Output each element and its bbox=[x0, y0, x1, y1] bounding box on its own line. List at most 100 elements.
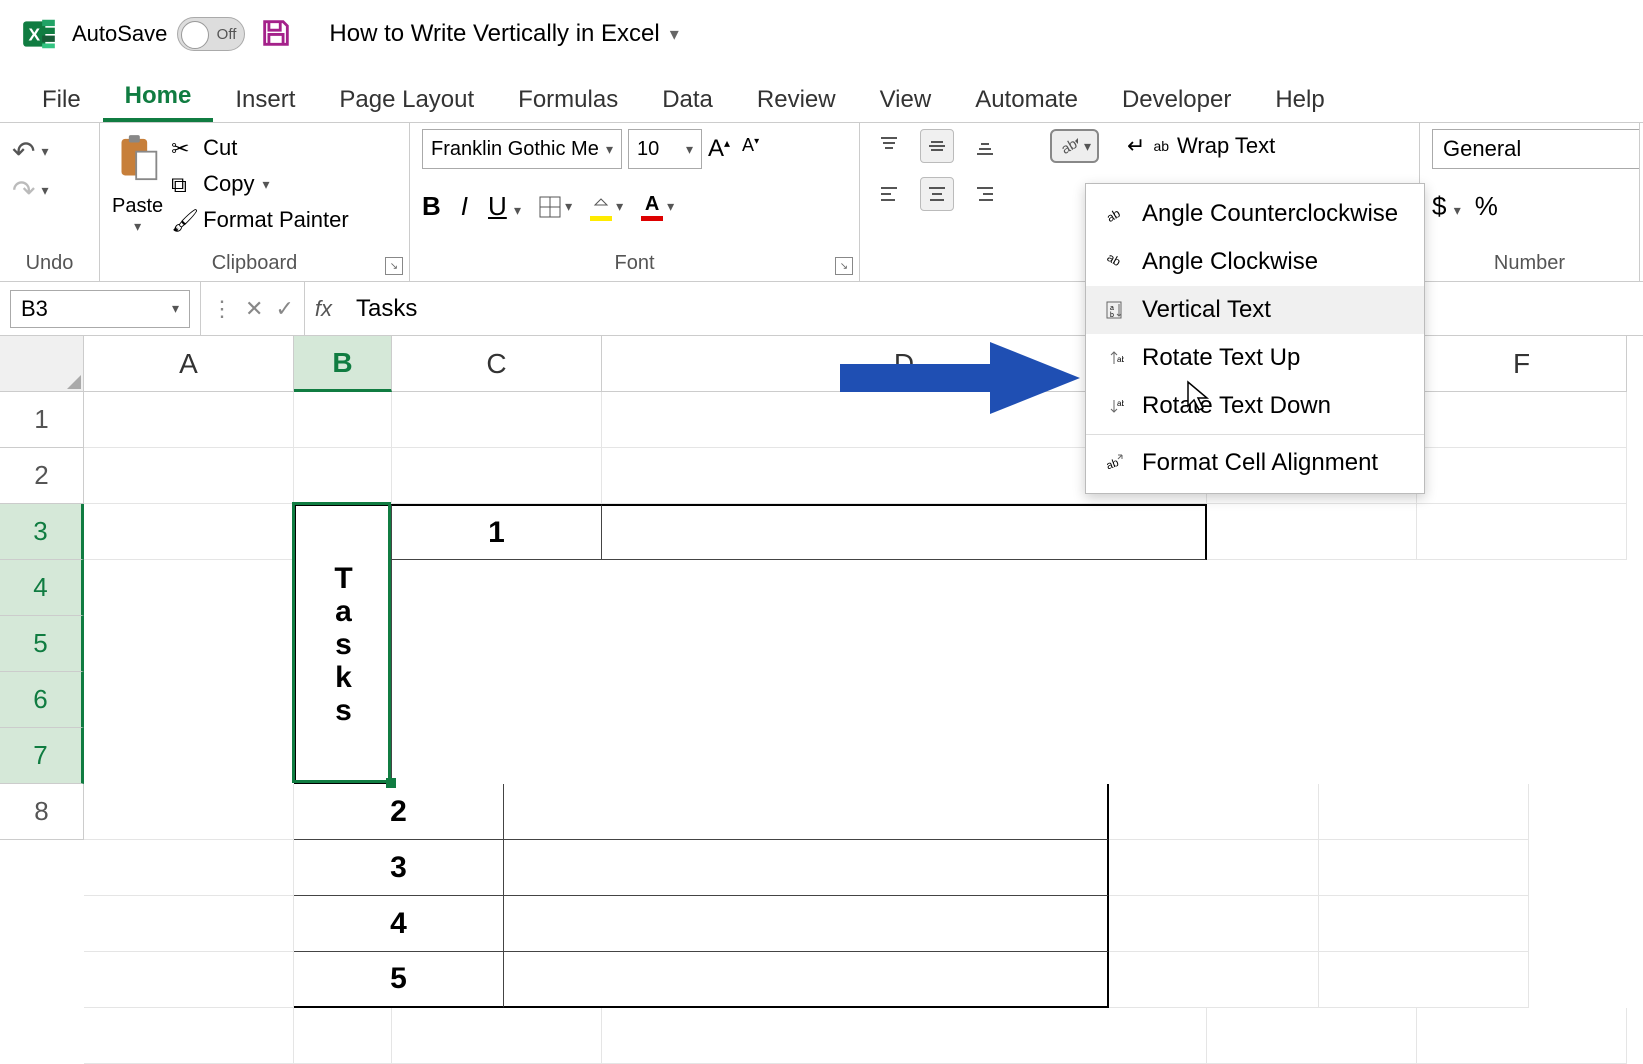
align-right-button[interactable] bbox=[968, 177, 1002, 211]
cell[interactable] bbox=[84, 448, 294, 504]
cell[interactable] bbox=[1319, 840, 1529, 896]
row-header[interactable]: 3 bbox=[0, 504, 84, 560]
cell[interactable] bbox=[1319, 952, 1529, 1008]
cell[interactable]: 2 bbox=[294, 784, 504, 840]
cell[interactable] bbox=[504, 784, 1109, 840]
font-color-button[interactable]: A ▾ bbox=[641, 193, 674, 221]
cell[interactable] bbox=[294, 1008, 392, 1064]
row-header[interactable]: 5 bbox=[0, 616, 84, 672]
select-all-corner[interactable] bbox=[0, 336, 84, 392]
cell[interactable]: 4 bbox=[294, 896, 504, 952]
tab-view[interactable]: View bbox=[858, 78, 954, 122]
row-header[interactable]: 2 bbox=[0, 448, 84, 504]
tab-data[interactable]: Data bbox=[640, 78, 735, 122]
copy-button[interactable]: ⧉Copy ▾ bbox=[171, 171, 349, 197]
name-box[interactable]: B3▾ bbox=[10, 290, 190, 328]
row-header[interactable]: 6 bbox=[0, 672, 84, 728]
column-header[interactable]: C bbox=[392, 336, 602, 392]
align-middle-button[interactable] bbox=[920, 129, 954, 163]
menu-angle-ccw[interactable]: abAngle Counterclockwise bbox=[1086, 190, 1424, 238]
row-header[interactable]: 4 bbox=[0, 560, 84, 616]
decrease-font-button[interactable]: A▾ bbox=[742, 135, 759, 163]
dialog-launcher-icon[interactable]: ↘ bbox=[835, 257, 853, 275]
increase-font-button[interactable]: A▴ bbox=[708, 135, 730, 163]
cut-button[interactable]: ✂Cut bbox=[171, 135, 349, 161]
fill-color-button[interactable]: ▾ bbox=[590, 193, 623, 221]
cell[interactable] bbox=[84, 1008, 294, 1064]
format-painter-button[interactable]: 🖌Format Painter bbox=[171, 207, 349, 233]
dialog-launcher-icon[interactable]: ↘ bbox=[385, 257, 403, 275]
cell[interactable] bbox=[1207, 504, 1417, 560]
cell[interactable] bbox=[1109, 952, 1319, 1008]
align-center-button[interactable] bbox=[920, 177, 954, 211]
save-icon[interactable] bbox=[259, 16, 295, 52]
cell[interactable] bbox=[1319, 896, 1529, 952]
cell[interactable] bbox=[1417, 448, 1627, 504]
font-size-select[interactable]: 10▾ bbox=[628, 129, 702, 169]
column-header[interactable]: F bbox=[1417, 336, 1627, 392]
wrap-text-button[interactable]: ↵ab Wrap Text bbox=[1127, 133, 1282, 159]
cell[interactable] bbox=[1109, 896, 1319, 952]
cell[interactable] bbox=[504, 952, 1109, 1008]
tab-formulas[interactable]: Formulas bbox=[496, 78, 640, 122]
undo-button[interactable]: ↶ ▾ bbox=[12, 135, 49, 168]
row-header[interactable]: 8 bbox=[0, 784, 84, 840]
cell[interactable] bbox=[392, 448, 602, 504]
borders-button[interactable]: ▾ bbox=[539, 196, 572, 218]
tab-automate[interactable]: Automate bbox=[953, 78, 1100, 122]
toggle-switch[interactable]: Off bbox=[177, 17, 245, 51]
cell[interactable]: Tasks bbox=[294, 504, 392, 784]
cell[interactable] bbox=[392, 1008, 602, 1064]
cancel-icon[interactable]: ✕ bbox=[245, 296, 263, 322]
menu-vertical-text[interactable]: abVertical Text bbox=[1086, 286, 1424, 334]
cell[interactable] bbox=[602, 504, 1207, 560]
chevron-down-icon[interactable]: ▾ bbox=[670, 24, 679, 45]
tab-home[interactable]: Home bbox=[103, 74, 214, 122]
chevron-down-icon[interactable]: ▾ bbox=[134, 218, 141, 235]
formula-input[interactable]: Tasks bbox=[342, 295, 1643, 323]
cell[interactable] bbox=[294, 448, 392, 504]
cell[interactable] bbox=[84, 784, 294, 840]
tab-insert[interactable]: Insert bbox=[213, 78, 317, 122]
underline-button[interactable]: U ▾ bbox=[488, 191, 521, 222]
cell[interactable] bbox=[84, 840, 294, 896]
tab-developer[interactable]: Developer bbox=[1100, 78, 1253, 122]
number-format-select[interactable]: General bbox=[1432, 129, 1640, 169]
cell[interactable] bbox=[1207, 1008, 1417, 1064]
align-bottom-button[interactable] bbox=[968, 129, 1002, 163]
font-name-select[interactable]: Franklin Gothic Me▾ bbox=[422, 129, 622, 169]
paste-button[interactable]: Paste ▾ bbox=[112, 129, 163, 235]
tab-help[interactable]: Help bbox=[1253, 78, 1346, 122]
cell[interactable]: 5 bbox=[294, 952, 504, 1008]
percent-button[interactable]: % bbox=[1475, 191, 1498, 222]
cell[interactable] bbox=[84, 504, 294, 560]
cell[interactable] bbox=[602, 1008, 1207, 1064]
cell[interactable] bbox=[84, 392, 294, 448]
column-header[interactable]: A bbox=[84, 336, 294, 392]
kebab-icon[interactable]: ⋮ bbox=[211, 296, 233, 322]
tab-page-layout[interactable]: Page Layout bbox=[317, 78, 496, 122]
cell[interactable] bbox=[294, 392, 392, 448]
cell[interactable]: 1 bbox=[392, 504, 602, 560]
redo-button[interactable]: ↷ ▾ bbox=[12, 174, 49, 207]
cell[interactable] bbox=[1109, 784, 1319, 840]
cell[interactable] bbox=[1417, 392, 1627, 448]
cell[interactable] bbox=[1319, 784, 1529, 840]
menu-rotate-down[interactable]: abRotate Text Down bbox=[1086, 382, 1424, 430]
cell[interactable] bbox=[504, 840, 1109, 896]
italic-button[interactable]: I bbox=[461, 191, 468, 222]
cell[interactable] bbox=[1109, 840, 1319, 896]
cell[interactable] bbox=[84, 952, 294, 1008]
align-left-button[interactable] bbox=[872, 177, 906, 211]
row-header[interactable]: 7 bbox=[0, 728, 84, 784]
cell[interactable] bbox=[1417, 1008, 1627, 1064]
menu-rotate-up[interactable]: abRotate Text Up bbox=[1086, 334, 1424, 382]
row-header[interactable]: 1 bbox=[0, 392, 84, 448]
column-header[interactable]: B bbox=[294, 336, 392, 392]
fx-icon[interactable]: fx bbox=[305, 296, 342, 322]
fill-handle[interactable] bbox=[386, 778, 396, 788]
currency-button[interactable]: $ ▾ bbox=[1432, 191, 1461, 222]
autosave-toggle[interactable]: AutoSave Off bbox=[72, 17, 245, 51]
cell[interactable] bbox=[1417, 504, 1627, 560]
enter-icon[interactable]: ✓ bbox=[275, 296, 293, 322]
